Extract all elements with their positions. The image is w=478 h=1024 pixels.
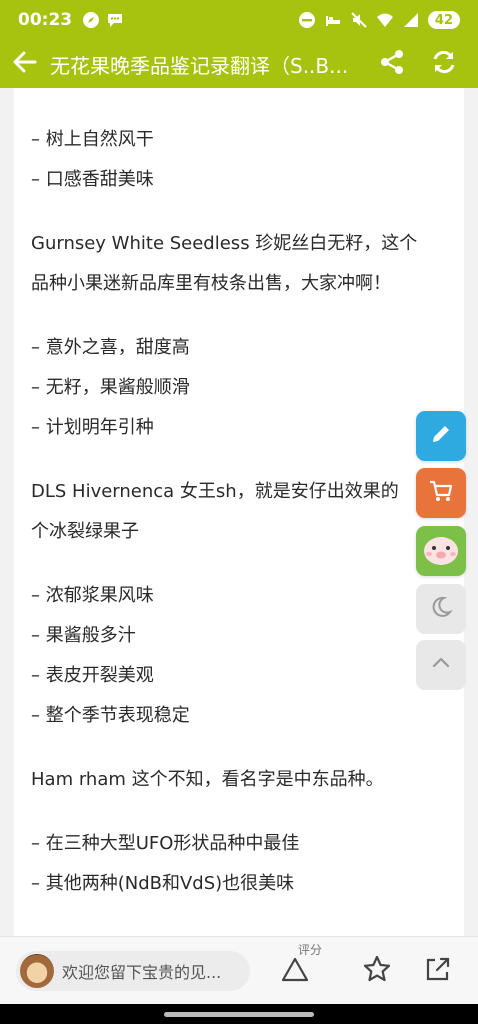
article-line: Ham rham 这个不知，看名字是中东品种。	[31, 769, 384, 790]
article-line: 品种小果迷新品库里有枝条出售，大家冲啊！	[31, 273, 391, 294]
article-line: – 果酱般多汁	[31, 625, 136, 646]
rate-button[interactable]	[275, 951, 315, 991]
system-nav-bar	[0, 1004, 478, 1024]
comment-placeholder: 欢迎您留下宝贵的见...	[62, 963, 222, 982]
article-line: Gurnsey White Seedless 珍妮丝白无籽，这个	[31, 233, 418, 254]
article-line: – 表皮开裂美观	[31, 665, 154, 686]
wifi-icon	[376, 11, 394, 29]
article-line: – 口感香甜美味	[31, 169, 154, 190]
article-line: – 在三种大型UFO形状品种中最佳	[31, 833, 300, 854]
chevron-up-icon	[429, 651, 453, 679]
app-bar: 无花果晚季品鉴记录翻译（S..B...	[0, 40, 478, 88]
edit-icon	[428, 421, 454, 451]
share-icon	[379, 49, 405, 79]
scroll-top-button[interactable]	[416, 640, 466, 690]
refresh-icon	[430, 48, 458, 80]
article-line: 个冰裂绿果子	[31, 521, 139, 542]
comment-input[interactable]: 欢迎您留下宝贵的见...	[16, 951, 250, 991]
top-bar: 00:23 42 无花果晚季品鉴记录翻译（S..B...	[0, 0, 478, 88]
signal-icon	[402, 11, 420, 29]
dnd-icon	[298, 11, 316, 29]
status-bar: 00:23 42	[0, 0, 478, 40]
triangle-icon	[280, 954, 310, 988]
article-line: DLS Hivernenca 女王sh，就是安仔出效果的	[31, 481, 399, 502]
share-out-button[interactable]	[418, 951, 458, 991]
moon-icon	[428, 594, 454, 624]
back-button[interactable]	[0, 40, 50, 88]
sticker-icon	[419, 527, 463, 575]
edit-button[interactable]	[416, 411, 466, 461]
article-line: – 浓郁浆果风味	[31, 585, 154, 606]
article-line: – 其他两种(NdB和VdS)也很美味	[31, 873, 295, 894]
article-line: – 无籽，果酱般顺滑	[31, 377, 190, 398]
avatar	[20, 954, 54, 988]
sticker-button[interactable]	[416, 526, 466, 576]
page-title: 无花果晚季品鉴记录翻译（S..B...	[50, 53, 349, 78]
cart-icon	[427, 477, 455, 509]
cart-button[interactable]	[416, 468, 466, 518]
night-mode-button[interactable]	[416, 584, 466, 634]
bottom-bar: 欢迎您留下宝贵的见... 评分	[0, 936, 478, 1004]
back-arrow-icon	[11, 48, 39, 80]
article-line: – 整个季节表现稳定	[31, 705, 190, 726]
share-button[interactable]	[366, 40, 418, 88]
article-line: – 树上自然风干	[31, 129, 154, 150]
share-out-icon	[423, 954, 453, 988]
favorite-button[interactable]	[357, 951, 397, 991]
home-indicator[interactable]	[164, 1012, 314, 1017]
status-time: 00:23	[18, 10, 73, 30]
battery-badge: 42	[427, 11, 460, 29]
refresh-button[interactable]	[418, 40, 470, 88]
compass-icon	[82, 11, 100, 29]
article-line: – 意外之喜，甜度高	[31, 337, 190, 358]
mute-icon	[350, 11, 368, 29]
article-content: – 树上自然风干 – 口感香甜美味 Gurnsey White Seedless…	[31, 120, 451, 904]
star-icon	[362, 954, 392, 988]
article-line: – 计划明年引种	[31, 417, 154, 438]
chat-icon	[106, 11, 124, 29]
bed-icon	[324, 11, 342, 29]
